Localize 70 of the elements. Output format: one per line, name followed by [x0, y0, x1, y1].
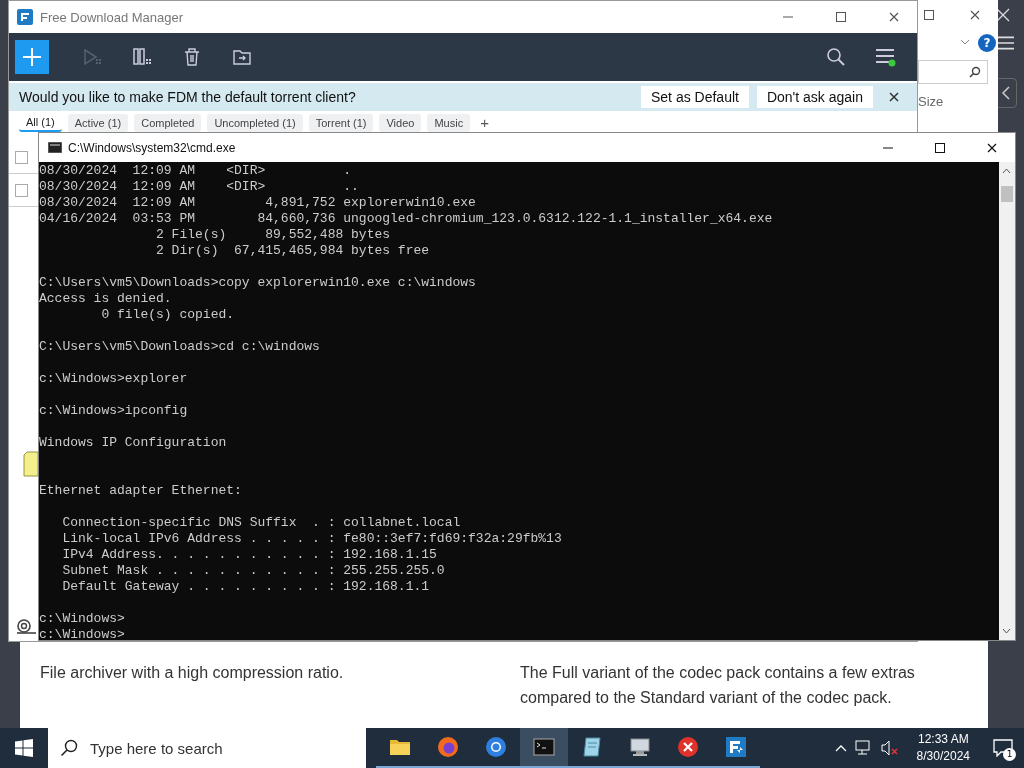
error-icon: [677, 736, 699, 758]
close-icon: [888, 11, 900, 23]
chevron-icon: [1001, 86, 1011, 100]
folder-icon[interactable]: [232, 47, 252, 67]
banner-message: Would you like to make FDM the default torrent client?: [19, 89, 357, 105]
chevron-icon[interactable]: [960, 39, 970, 45]
add-tab-button[interactable]: +: [476, 114, 493, 132]
filter-tab[interactable]: Video: [379, 114, 422, 132]
console-icon: [533, 736, 555, 758]
banner-button[interactable]: Don't ask again: [756, 86, 873, 108]
search-icon: [969, 66, 981, 78]
windows-logo-icon: [15, 739, 33, 757]
search-field[interactable]: [918, 60, 988, 84]
menu-icon[interactable]: [998, 36, 1014, 50]
scroll-thumb[interactable]: [1001, 186, 1013, 202]
console-text: Ethernet adapter Ethernet:: [39, 482, 243, 499]
filter-tab[interactable]: Torrent (1): [308, 114, 374, 132]
download-manager-icon: [725, 736, 747, 758]
search-box[interactable]: Type here to search: [48, 728, 366, 768]
console-text: c:\Windows>explorer: [39, 371, 189, 387]
filter-tab[interactable]: Music: [427, 114, 471, 132]
volume-muted-icon[interactable]: [880, 740, 899, 756]
menu-icon[interactable]: [875, 47, 897, 67]
console-text: Connection-specific DNS Suffix . : collabnet.local Link-local IPv6 Address . . . . . : fe80::3ef7:fd69:f32a:29fb%13 IPv4 Address. . . . . . . . . . . : 192.168.1.15 Subnet Mask . . . . . . . . . . . : 255.255.255.0 Default Gateway . . . . . . . . . : 192.168.1.1: [61, 515, 563, 595]
filter-tab[interactable]: Completed: [134, 114, 202, 132]
trash-icon[interactable]: [182, 47, 202, 67]
add-button[interactable]: [15, 40, 49, 74]
help-icon[interactable]: ?: [978, 34, 996, 52]
filter-tab[interactable]: Active (1): [67, 114, 129, 132]
clock-date[interactable]: 8/30/2024: [916, 748, 970, 765]
description-text: The Full variant of the codec pack contains a few extras compared to the Standard variant of the codec pack.: [520, 663, 916, 708]
browser-icon: [485, 736, 507, 758]
file-icon: [23, 451, 39, 477]
checkbox[interactable]: [15, 150, 28, 164]
close-icon: [986, 141, 998, 154]
network-icon[interactable]: [854, 740, 873, 756]
maximize-icon[interactable]: [923, 9, 935, 21]
window-title: C:\Windows\system32\cmd.exe: [68, 140, 237, 155]
console-icon: [48, 142, 62, 153]
window-title: Free Download Manager: [40, 9, 185, 25]
close-icon: [889, 92, 899, 102]
plus-icon: [22, 47, 42, 67]
app-logo-icon: [17, 9, 33, 25]
console-text: c:\Windows>ipconfig: [39, 403, 189, 419]
chevron-up-icon[interactable]: [834, 744, 847, 752]
banner-button[interactable]: Set as Default: [641, 86, 749, 108]
close-icon[interactable]: [969, 9, 981, 21]
clock-time[interactable]: 12:33 AM: [917, 731, 969, 748]
filter-tab[interactable]: Uncompleted (1): [207, 114, 303, 132]
checkbox[interactable]: [15, 183, 28, 197]
notification-count: 1: [1003, 748, 1016, 761]
console-text: C:\Users\vm5\Downloads>cd c:\windows: [39, 339, 321, 355]
browser-icon: [437, 736, 459, 758]
maximize-icon: [835, 11, 847, 23]
description-text: File archiver with a high compression ratio.: [40, 663, 345, 683]
console-text: C:\Users\vm5\Downloads>copy explorerwin10.exe c:\windows Access is denied. 0 file(s) copied.: [39, 275, 477, 323]
notepad-icon: [581, 736, 603, 758]
pause-icon[interactable]: [132, 47, 152, 67]
notification-icon[interactable]: [993, 739, 1013, 757]
console-text: Windows IP Configuration: [39, 435, 228, 451]
taskbar-app-button[interactable]: [520, 728, 568, 768]
scrollbar[interactable]: [999, 162, 1015, 640]
search-icon: [60, 739, 78, 757]
maximize-icon: [934, 141, 946, 154]
console-text: 08/30/2024 12:09 AM <DIR> . 08/30/2024 12:09 AM <DIR> .. 08/30/2024 12:09 AM 4,891,752 explorerwin10.exe 04/16/2024 03:53 PM 84,660,736 ungoogled-chromium_123.0.6312.122-1.1_installer_x64.exe 2 File(s) 89,552,488 bytes 2 Dir(s) 67,415,465,984 bytes free: [39, 163, 774, 259]
search-field[interactable]: Type here to search: [88, 738, 348, 758]
search-icon[interactable]: [826, 47, 846, 67]
console-text: c:\Windows> c:\Windows>: [39, 611, 126, 643]
column-header: Size: [918, 94, 944, 109]
computer-icon: [629, 736, 651, 758]
